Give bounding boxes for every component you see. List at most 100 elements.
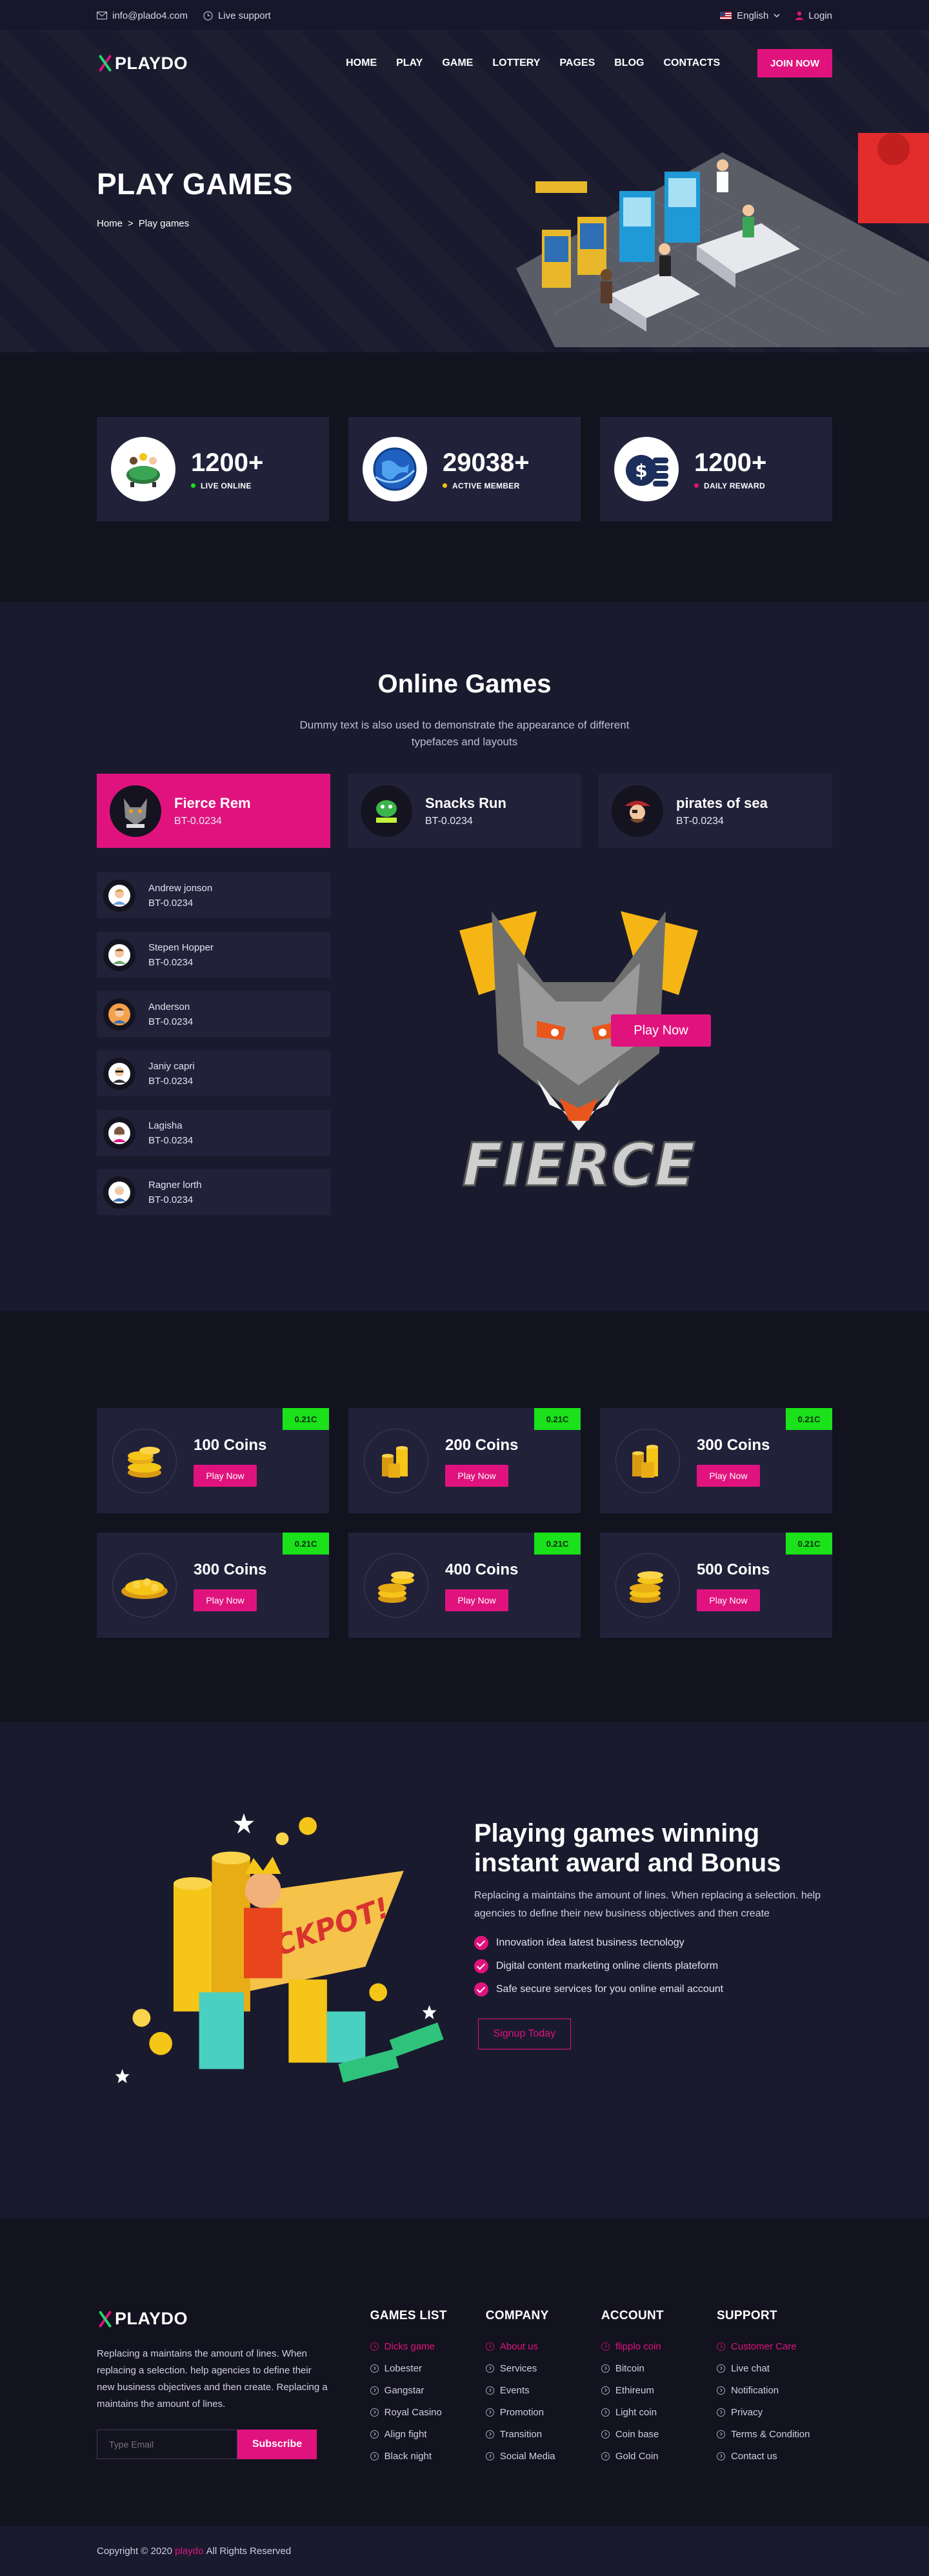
list-item[interactable]: Janiy capri BT-0.0234 [97, 1051, 330, 1096]
list-item[interactable]: Stepen Hopper BT-0.0234 [97, 932, 330, 978]
footer-link-label: Customer Care [730, 2341, 797, 2352]
tab-pirates-of-sea[interactable]: pirates of sea BT-0.0234 [599, 774, 832, 848]
footer-link[interactable]: Lobester [370, 2363, 486, 2374]
footer-link[interactable]: Transition [485, 2429, 601, 2440]
footer-link[interactable]: Gangstar [370, 2385, 486, 2396]
chevron-right-icon [601, 2452, 610, 2460]
footer-link-label: Lobester [384, 2363, 423, 2374]
footer-link-label: Gold Coin [615, 2451, 659, 2462]
stat-value: 29038+ [443, 448, 530, 477]
footer-link[interactable]: Services [485, 2363, 601, 2374]
list-item: Innovation idea latest business tecnolog… [474, 1936, 832, 1950]
avatar [103, 1057, 135, 1090]
chevron-right-icon [716, 2386, 725, 2395]
pirate-avatar-icon [612, 785, 663, 837]
list-item[interactable]: Lagisha BT-0.0234 [97, 1110, 330, 1156]
footer-link[interactable]: Terms & Condition [716, 2429, 832, 2440]
nav-game[interactable]: GAME [442, 57, 473, 69]
footer-link[interactable]: Align fight [370, 2429, 486, 2440]
chevron-right-icon [485, 2408, 494, 2417]
coin-card: 0.21C 100 Coins Play Now [97, 1408, 329, 1513]
footer-link[interactable]: Live chat [716, 2363, 832, 2374]
player-list: Andrew jonson BT-0.0234 Stepen Hopper BT-0… [97, 872, 330, 1221]
mail-icon [97, 12, 107, 19]
footer-link[interactable]: Privacy [716, 2407, 832, 2418]
nav-play[interactable]: PLAY [396, 57, 423, 69]
language-selector[interactable]: English [720, 10, 780, 21]
price-badge: 0.21C [534, 1533, 581, 1555]
login-link[interactable]: Login [795, 10, 832, 21]
fierce-logo-text: FIERCE [462, 1131, 695, 1200]
coin-title: 300 Coins [194, 1560, 267, 1578]
play-now-button[interactable]: Play Now [697, 1464, 760, 1487]
play-now-button[interactable]: Play Now [445, 1589, 508, 1611]
footer-link[interactable]: Dicks game [370, 2341, 486, 2352]
tab-value: BT-0.0234 [676, 815, 724, 827]
tab-fierce-rem[interactable]: Fierce Rem BT-0.0234 [97, 774, 330, 848]
subscribe-button[interactable]: Subscribe [237, 2430, 317, 2459]
footer-link-label: Dicks game [384, 2341, 435, 2352]
nav-lottery[interactable]: LOTTERY [492, 57, 540, 69]
footer-link[interactable]: Social Media [485, 2451, 601, 2462]
coin-stack-icon [364, 1553, 428, 1618]
logo-x-icon [97, 54, 114, 73]
tab-value: BT-0.0234 [425, 815, 473, 827]
play-now-button[interactable]: Play Now [445, 1464, 508, 1487]
footer-link[interactable]: Coin base [601, 2429, 717, 2440]
play-now-button[interactable]: Play Now [697, 1589, 760, 1611]
svg-text:$: $ [635, 460, 647, 481]
section-title: Online Games [377, 670, 552, 698]
email-link[interactable]: info@plado4.com [97, 10, 188, 21]
play-now-button[interactable]: Play Now [194, 1589, 257, 1611]
footer-link[interactable]: Light coin [601, 2407, 717, 2418]
nav-home[interactable]: HOME [346, 57, 377, 69]
footer-link-label: Privacy [730, 2407, 763, 2418]
chevron-right-icon [370, 2364, 379, 2373]
footer-link[interactable]: Gold Coin [601, 2451, 717, 2462]
breadcrumb-home[interactable]: Home [97, 218, 123, 229]
play-now-button[interactable]: Play Now [611, 1014, 711, 1047]
footer-link[interactable]: Promotion [485, 2407, 601, 2418]
footer-link[interactable]: Bitcoin [601, 2363, 717, 2374]
live-support-link[interactable]: Live support [203, 10, 271, 21]
player-value: BT-0.0234 [148, 956, 194, 968]
bonus-description: Replacing a maintains the amount of line… [474, 1890, 821, 1919]
logo[interactable]: PLAYDO [97, 54, 188, 74]
player-value: BT-0.0234 [148, 897, 194, 909]
footer-link-label: Promotion [499, 2407, 544, 2418]
play-now-button[interactable]: Play Now [194, 1464, 257, 1487]
list-item[interactable]: Andrew jonson BT-0.0234 [97, 872, 330, 918]
avatar [103, 938, 135, 971]
nav-pages[interactable]: PAGES [559, 57, 595, 69]
list-item[interactable]: Ragner lorth BT-0.0234 [97, 1169, 330, 1215]
footer-link[interactable]: Notification [716, 2385, 832, 2396]
footer-link[interactable]: flipplo coin [601, 2341, 717, 2352]
footer-link[interactable]: Royal Casino [370, 2407, 486, 2418]
player-name: Lagisha [148, 1120, 183, 1131]
chevron-right-icon [485, 2452, 494, 2460]
footer-link-label: Align fight [384, 2429, 427, 2440]
coin-card: 0.21C 400 Coins Play Now [348, 1533, 581, 1638]
footer-link[interactable]: Contact us [716, 2451, 832, 2462]
copyright-brand-link[interactable]: playdo [175, 2546, 203, 2557]
footer-link[interactable]: About us [485, 2341, 601, 2352]
email-field[interactable] [97, 2430, 237, 2459]
nav-blog[interactable]: BLOG [614, 57, 644, 69]
nav-contacts[interactable]: CONTACTS [663, 57, 720, 69]
signup-today-button[interactable]: Signup Today [477, 2018, 571, 2049]
dollar-coins-icon: $ [614, 437, 679, 501]
footer-logo[interactable]: PLAYDO [97, 2309, 370, 2329]
footer-link[interactable]: Customer Care [716, 2341, 832, 2352]
tab-snacks-run[interactable]: Snacks Run BT-0.0234 [348, 774, 581, 848]
chevron-right-icon [485, 2364, 494, 2373]
player-value: BT-0.0234 [148, 1194, 194, 1205]
player-name: Stepen Hopper [148, 941, 214, 953]
footer-link[interactable]: Ethireum [601, 2385, 717, 2396]
list-item[interactable]: Anderson BT-0.0234 [97, 991, 330, 1037]
footer-link[interactable]: Events [485, 2385, 601, 2396]
footer-link-label: Black night [384, 2451, 432, 2462]
footer-link[interactable]: Black night [370, 2451, 486, 2462]
breadcrumb-separator: > [128, 218, 134, 229]
join-now-button[interactable]: JOIN NOW [757, 49, 832, 77]
status-dot [443, 483, 447, 488]
